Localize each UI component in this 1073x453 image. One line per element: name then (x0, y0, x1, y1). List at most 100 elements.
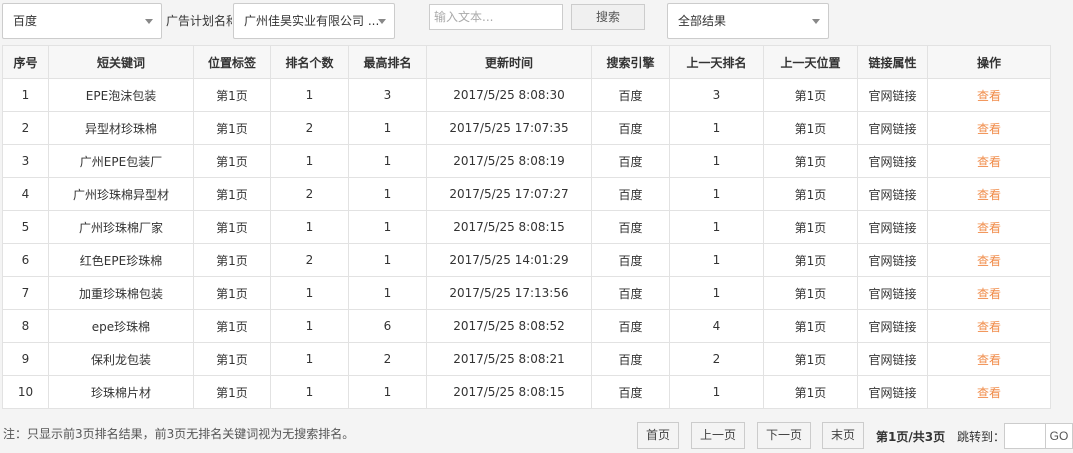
view-link[interactable]: 查看 (977, 320, 1001, 334)
view-link[interactable]: 查看 (977, 122, 1001, 136)
column-header-prev-rank: 上一天排名 (669, 45, 764, 79)
view-link[interactable]: 查看 (977, 353, 1001, 367)
table-row: 4 广州珍珠棉异型材 第1页 2 1 2017/5/25 17:07:27 百度 1 第1页 官网… (2, 177, 1051, 211)
table-row: 1 EPE泡沫包装 第1页 1 3 2017/5/25 8:08:30 百度 3 第1页 官网链接… (2, 78, 1051, 112)
cell-search-engine: 百度 (591, 210, 670, 244)
cell-keyword: 异型材珍珠棉 (48, 111, 194, 145)
table-header-row: 序号 短关键词 位置标签 排名个数 最高排名 更新时间 搜索引擎 上一天排名 上一天位置 链接属性… (2, 45, 1051, 79)
cell-action: 查看 (927, 243, 1051, 277)
cell-rank-count: 2 (270, 243, 349, 277)
view-link[interactable]: 查看 (977, 287, 1001, 301)
cell-index: 3 (2, 144, 49, 178)
cell-prev-rank: 1 (669, 276, 764, 310)
search-engine-select[interactable]: 百度 (2, 3, 162, 39)
cell-link-type: 官网链接 (857, 78, 928, 112)
keyword-search-input[interactable] (429, 4, 563, 30)
cell-link-type: 官网链接 (857, 309, 928, 343)
footer-note: 注：只显示前3页排名结果，前3页无排名关键词视为无搜索排名。 (3, 427, 355, 441)
prev-page-button[interactable]: 上一页 (691, 422, 745, 449)
cell-rank-count: 1 (270, 210, 349, 244)
cell-prev-position: 第1页 (763, 78, 858, 112)
cell-rank-count: 1 (270, 309, 349, 343)
cell-index: 2 (2, 111, 49, 145)
table-row: 7 加重珍珠棉包装 第1页 1 1 2017/5/25 17:13:56 百度 1 第1页 官网链… (2, 276, 1051, 310)
next-page-button[interactable]: 下一页 (757, 422, 811, 449)
cell-action: 查看 (927, 210, 1051, 244)
cell-link-type: 官网链接 (857, 243, 928, 277)
chevron-down-icon (812, 19, 820, 24)
cell-keyword: 珍珠棉片材 (48, 375, 194, 409)
cell-search-engine: 百度 (591, 144, 670, 178)
cell-position-tag: 第1页 (193, 243, 271, 277)
first-page-button[interactable]: 首页 (637, 422, 679, 449)
cell-action: 查看 (927, 177, 1051, 211)
cell-search-engine: 百度 (591, 309, 670, 343)
cell-best-rank: 2 (348, 342, 427, 376)
cell-index: 6 (2, 243, 49, 277)
cell-rank-count: 2 (270, 111, 349, 145)
view-link[interactable]: 查看 (977, 386, 1001, 400)
cell-link-type: 官网链接 (857, 177, 928, 211)
cell-prev-rank: 2 (669, 342, 764, 376)
result-filter-select[interactable]: 全部结果 (667, 3, 829, 39)
chevron-down-icon (145, 19, 153, 24)
cell-updated-time: 2017/5/25 17:07:35 (426, 111, 592, 145)
column-header-action: 操作 (927, 45, 1051, 79)
cell-prev-position: 第1页 (763, 342, 858, 376)
filter-toolbar: 百度 广告计划名称 广州佳昊实业有限公司 ... 搜索 全部结果 (0, 0, 1073, 44)
page-info: 第1页/共3页 (876, 430, 946, 444)
cell-keyword: 广州珍珠棉异型材 (48, 177, 194, 211)
ad-plan-value: 广州佳昊实业有限公司 ... (244, 14, 380, 28)
cell-best-rank: 1 (348, 276, 427, 310)
cell-index: 4 (2, 177, 49, 211)
cell-keyword: 红色EPE珍珠棉 (48, 243, 194, 277)
cell-action: 查看 (927, 342, 1051, 376)
cell-prev-rank: 1 (669, 177, 764, 211)
cell-prev-rank: 1 (669, 375, 764, 409)
view-link[interactable]: 查看 (977, 254, 1001, 268)
cell-keyword: epe珍珠棉 (48, 309, 194, 343)
cell-prev-position: 第1页 (763, 210, 858, 244)
view-link[interactable]: 查看 (977, 89, 1001, 103)
cell-index: 10 (2, 375, 49, 409)
cell-best-rank: 1 (348, 177, 427, 211)
go-button[interactable]: GO (1046, 423, 1073, 449)
ad-plan-select[interactable]: 广州佳昊实业有限公司 ... (233, 3, 395, 39)
cell-updated-time: 2017/5/25 17:13:56 (426, 276, 592, 310)
cell-prev-position: 第1页 (763, 375, 858, 409)
cell-best-rank: 1 (348, 111, 427, 145)
column-header-search-engine: 搜索引擎 (591, 45, 670, 79)
cell-best-rank: 1 (348, 243, 427, 277)
cell-search-engine: 百度 (591, 342, 670, 376)
cell-updated-time: 2017/5/25 8:08:15 (426, 375, 592, 409)
cell-search-engine: 百度 (591, 243, 670, 277)
cell-position-tag: 第1页 (193, 309, 271, 343)
cell-updated-time: 2017/5/25 8:08:30 (426, 78, 592, 112)
column-header-position-tag: 位置标签 (193, 45, 271, 79)
last-page-button[interactable]: 末页 (822, 422, 864, 449)
cell-prev-rank: 4 (669, 309, 764, 343)
cell-updated-time: 2017/5/25 8:08:19 (426, 144, 592, 178)
cell-action: 查看 (927, 111, 1051, 145)
cell-updated-time: 2017/5/25 14:01:29 (426, 243, 592, 277)
view-link[interactable]: 查看 (977, 221, 1001, 235)
cell-index: 5 (2, 210, 49, 244)
search-button[interactable]: 搜索 (571, 4, 645, 30)
cell-index: 8 (2, 309, 49, 343)
cell-prev-position: 第1页 (763, 177, 858, 211)
cell-prev-rank: 1 (669, 210, 764, 244)
cell-best-rank: 3 (348, 78, 427, 112)
cell-updated-time: 2017/5/25 8:08:21 (426, 342, 592, 376)
cell-index: 9 (2, 342, 49, 376)
column-header-keyword: 短关键词 (48, 45, 194, 79)
cell-position-tag: 第1页 (193, 375, 271, 409)
column-header-best-rank: 最高排名 (348, 45, 427, 79)
table-row: 5 广州珍珠棉厂家 第1页 1 1 2017/5/25 8:08:15 百度 1 第1页 官网链接… (2, 210, 1051, 244)
cell-position-tag: 第1页 (193, 177, 271, 211)
cell-prev-position: 第1页 (763, 276, 858, 310)
view-link[interactable]: 查看 (977, 155, 1001, 169)
cell-position-tag: 第1页 (193, 210, 271, 244)
view-link[interactable]: 查看 (977, 188, 1001, 202)
cell-rank-count: 1 (270, 78, 349, 112)
jump-page-input[interactable] (1004, 423, 1046, 449)
